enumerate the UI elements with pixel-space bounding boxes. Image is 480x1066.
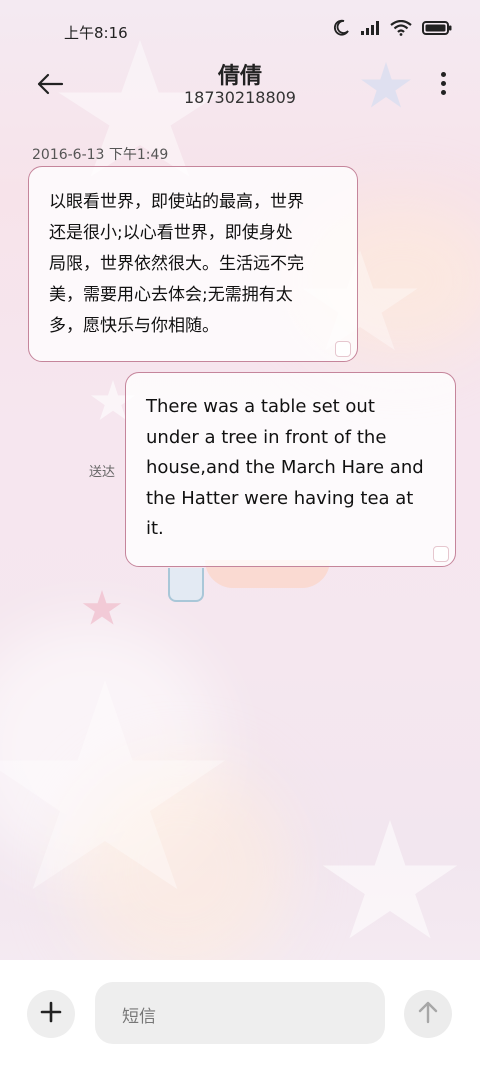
message-input-placeholder: 短信	[122, 1007, 156, 1027]
message-line: under a tree in front of the	[146, 426, 387, 448]
contact-name: 倩倩	[217, 64, 262, 89]
messaging-screen: 上午8:16 倩倩 18730218809 2016-6-13 下午1:49 以…	[0, 0, 480, 1066]
bunny-sticker-icon	[433, 546, 449, 562]
cellular-signal-icon	[360, 20, 380, 40]
send-arrow-up-icon	[417, 1000, 439, 1028]
status-bar: 上午8:16	[0, 0, 480, 60]
message-line: 以眼看世界，即使站的最高，世界	[49, 192, 304, 212]
wifi-icon	[390, 19, 412, 40]
conversation-header: 倩倩 18730218809	[0, 58, 480, 118]
send-button[interactable]	[404, 990, 452, 1038]
incoming-message-bubble[interactable]: 以眼看世界，即使站的最高，世界 还是很小;以心看世界，即使身处 局限，世界依然很…	[28, 166, 358, 362]
cartoon-cup-icon	[168, 568, 204, 602]
message-line: 美，需要用心去体会;无需拥有太	[49, 285, 293, 305]
battery-icon	[422, 20, 452, 40]
message-input[interactable]: 短信	[95, 982, 385, 1044]
message-line: 局限，世界依然很大。生活远不完	[49, 254, 304, 274]
bunny-sticker-icon	[335, 341, 351, 357]
compose-bar: 短信	[0, 960, 480, 1066]
status-time: 上午8:16	[64, 24, 128, 42]
moon-icon	[332, 19, 350, 41]
status-icons	[332, 19, 452, 41]
star-decoration-icon	[322, 820, 458, 939]
message-line: it.	[146, 518, 164, 539]
add-attachment-button[interactable]	[27, 990, 75, 1038]
more-vertical-icon	[440, 71, 446, 77]
contact-phone-number: 18730218809	[184, 88, 296, 107]
message-line: 多，愿快乐与你相随。	[49, 316, 219, 336]
delivery-status: 送达	[89, 465, 116, 480]
message-line: There was a table set out	[146, 396, 375, 417]
message-line: 还是很小;以心看世界，即使身处	[49, 223, 293, 243]
outgoing-message-bubble[interactable]: There was a table set out under a tree i…	[125, 372, 456, 567]
plus-icon	[40, 1001, 62, 1027]
message-line: the Hatter were having tea at	[146, 487, 414, 509]
message-timestamp: 2016-6-13 下午1:49	[32, 147, 169, 163]
message-line: house,and the March Hare and	[146, 457, 424, 478]
more-options-button[interactable]	[436, 68, 450, 98]
